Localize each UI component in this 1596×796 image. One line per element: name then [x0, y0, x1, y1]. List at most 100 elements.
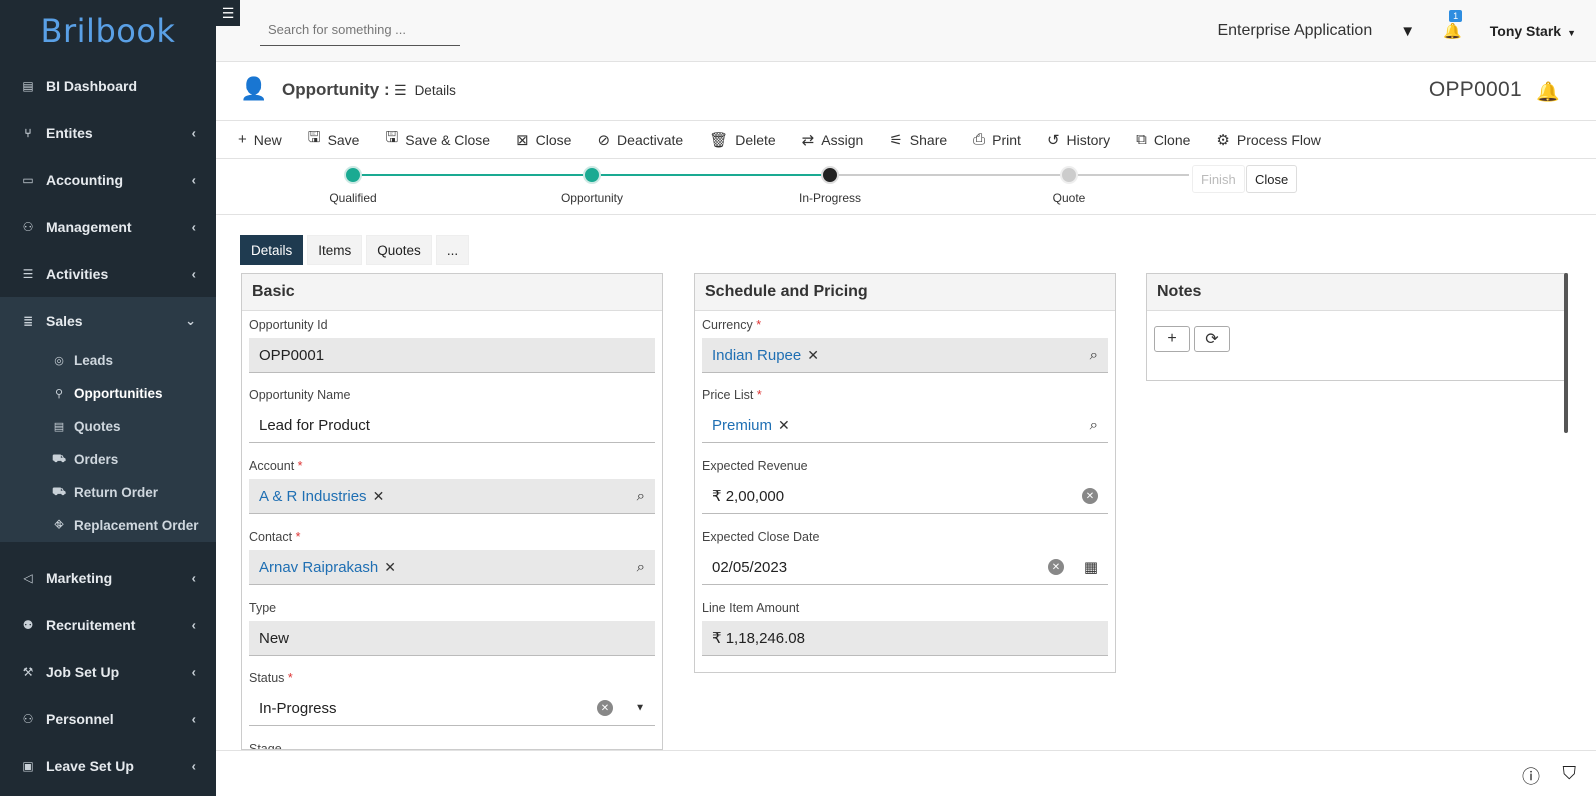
field-opportunity-id: Opportunity Id OPP0001	[249, 318, 655, 373]
action-toolbar: + New 🖫 Save 🖫 Save & Close ⊠ Close ⊘ Deactivate 🗑…	[216, 121, 1596, 159]
filter-icon[interactable]: ▼	[1400, 23, 1415, 40]
print-button[interactable]: ⎙ Print	[973, 131, 1021, 148]
page-header: 👤 Opportunity : ☰ Details OPP0001 🔔	[216, 62, 1596, 121]
sidebar-item-sales[interactable]: ≣ Sales ⌄	[0, 297, 216, 344]
search-icon[interactable]: ⌕	[1090, 347, 1098, 364]
users-cog-icon: ⚇	[22, 219, 34, 234]
flow-stage-node[interactable]	[583, 166, 601, 184]
sidebar-item-leave-set-up[interactable]: ▣ Leave Set Up ‹	[0, 742, 216, 789]
tab-quotes[interactable]: Quotes	[366, 235, 432, 265]
flow-connector	[353, 174, 592, 176]
remove-icon[interactable]: ✕	[384, 559, 396, 576]
price-list-link[interactable]: Premium	[712, 417, 772, 434]
account-lookup[interactable]: A & R Industries ✕ ⌕	[249, 479, 655, 514]
quote-icon: ▤	[53, 421, 65, 433]
clear-icon[interactable]: ✕	[1048, 559, 1064, 575]
tab-items[interactable]: Items	[307, 235, 363, 265]
user-badge-icon: ⚉	[22, 617, 34, 632]
search-icon[interactable]: ⌕	[637, 488, 645, 505]
add-note-button[interactable]: +	[1154, 326, 1190, 352]
new-button[interactable]: + New	[238, 131, 282, 148]
contact-link[interactable]: Arnav Raiprakash	[259, 559, 378, 576]
flow-close-button[interactable]: Close	[1246, 165, 1298, 193]
expected-close-date-input[interactable]: 02/05/2023 ✕ ▦	[702, 550, 1108, 585]
sidebar-item-management[interactable]: ⚇ Management ‹	[0, 203, 216, 250]
user-menu[interactable]: Tony Stark ▼	[1490, 23, 1576, 39]
bell-icon: 🔔	[1443, 23, 1462, 40]
process-flow: Qualified Opportunity In-Progress Quote Fini…	[216, 159, 1596, 215]
chevron-down-icon: ⌄	[185, 312, 196, 328]
status-select[interactable]: In-Progress ✕ ▼	[249, 691, 655, 726]
chevron-left-icon: ‹	[191, 758, 196, 773]
refresh-notes-button[interactable]: ⟳	[1194, 326, 1230, 352]
delete-button[interactable]: 🗑 Delete	[709, 131, 776, 149]
sidebar-item-bi-dashboard[interactable]: ▤ BI Dashboard	[0, 62, 216, 109]
tab-details[interactable]: Details	[240, 235, 304, 265]
sidebar-subitem-return-order[interactable]: ⛟ Return Order	[0, 476, 216, 509]
save-button[interactable]: 🖫 Save	[308, 127, 360, 152]
assign-button[interactable]: ⇄ Assign	[802, 131, 864, 149]
info-icon[interactable]: ⓘ	[1522, 763, 1540, 789]
sidebar-item-job-set-up[interactable]: ⚒ Job Set Up ‹	[0, 648, 216, 695]
finish-button[interactable]: Finish	[1192, 165, 1245, 193]
sidebar-item-marketing[interactable]: ◁ Marketing ‹	[0, 554, 216, 601]
search-icon[interactable]: ⌕	[1090, 417, 1098, 434]
sidebar-subitem-replacement-order[interactable]: ⛗ Replacement Order	[0, 509, 216, 542]
history-button[interactable]: ↺ History	[1047, 131, 1110, 149]
price-list-lookup[interactable]: Premium ✕ ⌕	[702, 408, 1108, 443]
process-flow-button[interactable]: ⚙ Process Flow	[1216, 131, 1320, 149]
plus-icon: +	[238, 131, 247, 148]
hamburger-icon[interactable]: ☰	[216, 0, 240, 26]
remove-icon[interactable]: ✕	[373, 488, 385, 505]
caret-down-icon[interactable]: ▼	[635, 703, 645, 714]
flow-stage-node[interactable]	[1060, 166, 1078, 184]
replace-icon: ⛗	[54, 519, 64, 531]
share-button[interactable]: ⚟ Share	[889, 131, 947, 149]
save-close-button[interactable]: 🖫 Save & Close	[385, 127, 490, 152]
notification-button[interactable]: 🔔 1	[1443, 10, 1463, 40]
sidebar-subitem-quotes[interactable]: ▤ Quotes	[0, 410, 216, 443]
scrollbar[interactable]	[1564, 273, 1568, 433]
account-link[interactable]: A & R Industries	[259, 488, 367, 505]
clear-icon[interactable]: ✕	[597, 700, 613, 716]
currency-lookup[interactable]: Indian Rupee ✕ ⌕	[702, 338, 1108, 373]
sidebar: Brilbook ▤ BI Dashboard ⑂ Entites ‹ ▭ Accoun…	[0, 0, 216, 796]
share-icon: ⚟	[889, 131, 903, 149]
sidebar-subitem-opportunities[interactable]: ⚲ Opportunities	[0, 377, 216, 410]
page-title: Opportunity :	[282, 80, 390, 99]
sidebar-item-accounting[interactable]: ▭ Accounting ‹	[0, 156, 216, 203]
search-icon[interactable]: ⌕	[637, 559, 645, 576]
leave-icon: ▣	[22, 758, 34, 773]
clone-button[interactable]: ⧉ Clone	[1136, 131, 1190, 148]
flow-stage-node[interactable]	[344, 166, 362, 184]
flow-stage-node[interactable]	[821, 166, 839, 184]
flow-stage-label: In-Progress	[798, 191, 862, 205]
remove-icon[interactable]: ✕	[778, 417, 790, 434]
expected-revenue-input[interactable]: ₹ 2,00,000 ✕	[702, 479, 1108, 514]
sidebar-subitem-orders[interactable]: ⛟ Orders	[0, 443, 216, 476]
sidebar-item-personnel[interactable]: ⚇ Personnel ‹	[0, 695, 216, 742]
remove-icon[interactable]: ✕	[807, 347, 819, 364]
sidebar-item-activities[interactable]: ☰ Activities ‹	[0, 250, 216, 297]
tab-more[interactable]: ...	[435, 235, 470, 265]
sidebar-subitem-leads[interactable]: ◎ Leads	[0, 344, 216, 377]
clear-icon[interactable]: ✕	[1082, 488, 1098, 504]
field-status: Status * In-Progress ✕ ▼	[249, 671, 655, 726]
search-input[interactable]	[260, 14, 460, 46]
contact-lookup[interactable]: Arnav Raiprakash ✕ ⌕	[249, 550, 655, 585]
calendar-icon[interactable]: ▦	[1084, 558, 1098, 576]
opportunity-name-input[interactable]: Lead for Product	[249, 408, 655, 443]
sidebar-item-entites[interactable]: ⑂ Entites ‹	[0, 109, 216, 156]
currency-link[interactable]: Indian Rupee	[712, 347, 801, 364]
field-opportunity-name: Opportunity Name Lead for Product	[249, 388, 655, 443]
deactivate-button[interactable]: ⊘ Deactivate	[597, 131, 683, 149]
shield-check-icon[interactable]: ⛉	[1563, 763, 1577, 784]
follow-bell-icon[interactable]: 🔔	[1536, 80, 1560, 104]
field-expected-close-date: Expected Close Date 02/05/2023 ✕ ▦	[702, 530, 1108, 585]
brand-logo[interactable]: Brilbook	[0, 0, 216, 62]
close-button[interactable]: ⊠ Close	[516, 131, 571, 149]
sidebar-item-recruitement[interactable]: ⚉ Recruitement ‹	[0, 601, 216, 648]
trash-icon: 🗑	[709, 131, 729, 149]
view-selector[interactable]: ☰ Details	[394, 82, 456, 99]
field-account: Account * A & R Industries ✕ ⌕	[249, 459, 655, 514]
